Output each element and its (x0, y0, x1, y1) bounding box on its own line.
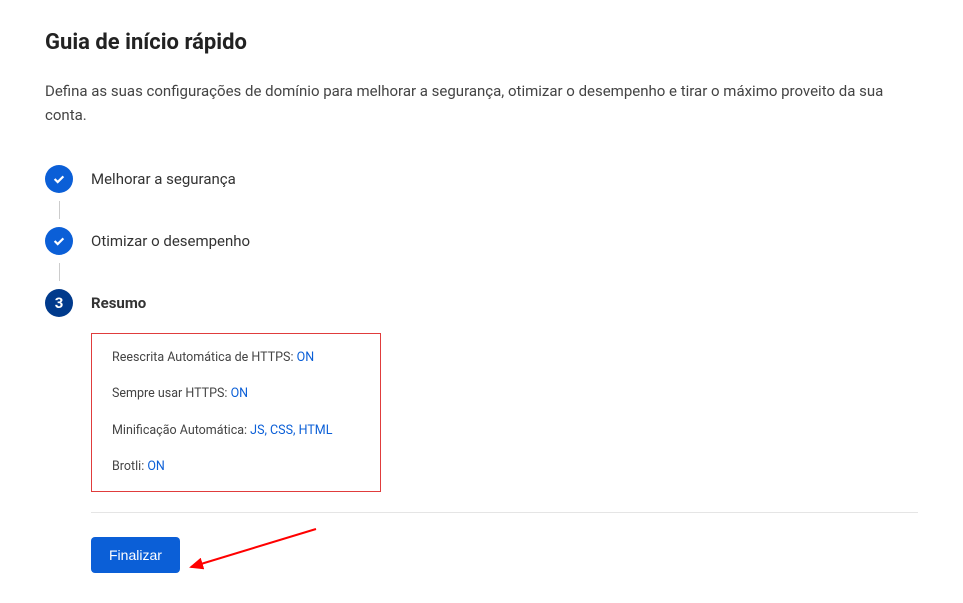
step-number-icon: 3 (45, 289, 73, 317)
summary-value: ON (231, 386, 249, 401)
step-connector (59, 201, 60, 219)
summary-label: Sempre usar HTTPS: (112, 386, 231, 401)
step-3-label: Resumo (91, 294, 146, 312)
check-icon (45, 165, 73, 193)
summary-item-https-rewrite: Reescrita Automática de HTTPS: ON (112, 350, 360, 366)
page-description: Defina as suas configurações de domínio … (45, 79, 918, 127)
summary-box: Reescrita Automática de HTTPS: ON Sempre… (91, 333, 381, 492)
steps-container: Melhorar a segurança Otimizar o desempen… (45, 165, 918, 317)
check-icon (45, 227, 73, 255)
step-3[interactable]: 3 Resumo (45, 289, 918, 317)
summary-value: JS, CSS, HTML (250, 423, 332, 438)
step-2-label: Otimizar o desempenho (91, 232, 250, 250)
step-connector (59, 263, 60, 281)
summary-value: ON (297, 350, 315, 365)
divider (91, 512, 918, 513)
button-row: Finalizar (91, 537, 918, 573)
summary-item-minify: Minificação Automática: JS, CSS, HTML (112, 423, 360, 439)
arrow-annotation-icon (181, 525, 321, 575)
summary-item-always-https: Sempre usar HTTPS: ON (112, 386, 360, 402)
summary-label: Minificação Automática: (112, 423, 250, 438)
finalize-button[interactable]: Finalizar (91, 537, 180, 573)
summary-label: Brotli: (112, 459, 147, 474)
summary-item-brotli: Brotli: ON (112, 459, 360, 475)
step-1-label: Melhorar a segurança (91, 170, 236, 188)
summary-label: Reescrita Automática de HTTPS: (112, 350, 297, 365)
summary-value: ON (147, 459, 165, 474)
step-1[interactable]: Melhorar a segurança (45, 165, 918, 193)
page-title: Guia de início rápido (45, 30, 918, 55)
step-2[interactable]: Otimizar o desempenho (45, 227, 918, 255)
